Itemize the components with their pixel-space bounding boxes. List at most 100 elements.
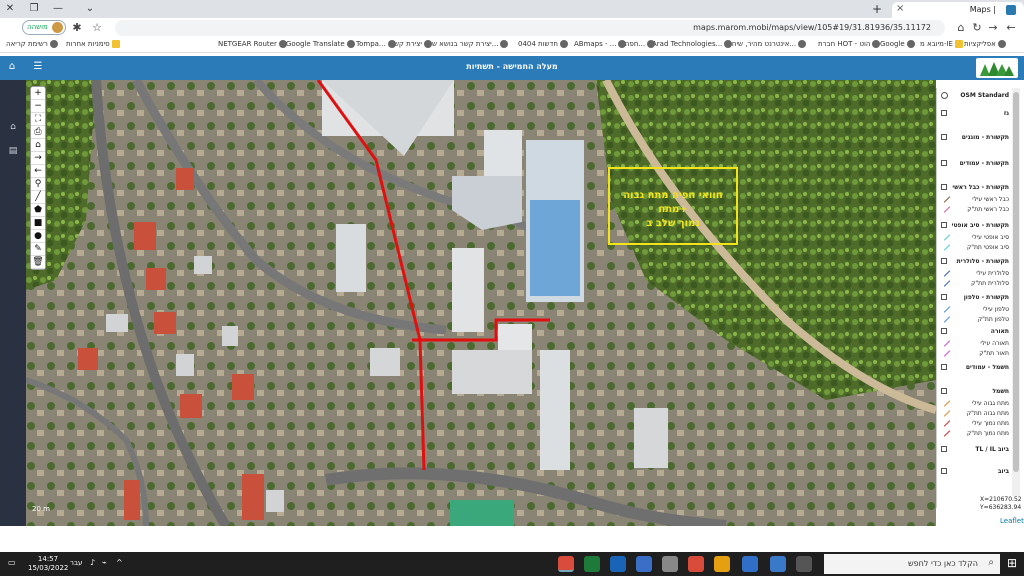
taskbar-search-input[interactable]: ⌕ הקלד כאן כדי לחפש xyxy=(824,554,1000,574)
checkbox[interactable] xyxy=(941,388,947,394)
forward-icon[interactable]: → xyxy=(986,21,1000,35)
profile-button[interactable]: מושהה xyxy=(22,20,66,35)
chrome-icon[interactable] xyxy=(688,556,704,572)
draw-rectangle-icon[interactable]: ■ xyxy=(31,217,45,230)
layers-book-icon[interactable]: ▤ xyxy=(6,146,20,160)
network-icon[interactable]: ⌁ xyxy=(102,558,107,567)
reload-icon[interactable]: ↻ xyxy=(970,21,984,35)
marker-icon[interactable]: ⚲ xyxy=(31,178,45,191)
close-window-icon[interactable]: ✕ xyxy=(0,2,20,16)
app-icon[interactable] xyxy=(636,556,652,572)
app-icon[interactable] xyxy=(662,556,678,572)
bookmark-item[interactable]: חברת HOT - הוט xyxy=(818,40,881,48)
folder-icon xyxy=(111,40,120,48)
extensions-icon[interactable]: ✱ xyxy=(70,21,84,35)
bookmark-item[interactable]: אינטרנט מהיר, שיחו... xyxy=(730,40,807,48)
forward-icon[interactable]: → xyxy=(31,152,45,165)
app-icon[interactable] xyxy=(770,556,786,572)
attribution-link[interactable]: Leaflet xyxy=(1000,517,1024,525)
bookmark-item[interactable]: סימניות אחרות xyxy=(66,40,120,48)
home-icon[interactable]: ⌂ xyxy=(6,122,20,136)
bookmark-item[interactable]: NETGEAR Router xyxy=(218,40,287,48)
volume-icon[interactable]: ♪ xyxy=(90,558,95,567)
scrollbar-thumb[interactable] xyxy=(1013,92,1019,472)
bookmark-item[interactable]: Google xyxy=(880,40,915,48)
new-tab-button[interactable]: + xyxy=(872,2,882,16)
checkbox[interactable] xyxy=(941,160,947,166)
bookmark-star-icon[interactable]: ☆ xyxy=(90,21,104,35)
home-icon[interactable]: ⌂ xyxy=(31,139,45,152)
layer-panel-scrollbar[interactable] xyxy=(1012,88,1020,508)
app-icon[interactable] xyxy=(742,556,758,572)
draw-circle-icon[interactable]: ● xyxy=(31,230,45,243)
bookmark-item[interactable]: ABmaps - ... xyxy=(574,40,627,48)
coordinates-readout: X=210670.52 Y=636283.94 xyxy=(980,496,1022,512)
back-icon[interactable]: ← xyxy=(31,165,45,178)
line-symbol-icon xyxy=(943,340,951,347)
annotation-text: חוואי חפיה מתח גבוה +מתח נמוך שלב ב xyxy=(623,190,723,229)
bookmark-item[interactable]: חדשות 0404 xyxy=(518,40,568,48)
zoom-in-button[interactable]: + xyxy=(31,87,45,100)
profile-label: מושהה xyxy=(27,23,48,31)
bookmarks-bar: אפליקציות מיובא מ-IE Google חברת HOT - ה… xyxy=(0,38,1024,53)
reading-list-icon xyxy=(49,40,58,48)
chrome-active-icon[interactable] xyxy=(558,556,574,572)
bookmark-item[interactable]: Arad Technologies... xyxy=(652,40,733,48)
layer-label: מתח גבוה עילי xyxy=(971,400,1009,407)
layer-label: תקשורת - עמודים xyxy=(959,160,1009,167)
home-icon[interactable]: ⌂ xyxy=(954,21,968,35)
restore-window-icon[interactable]: ❐ xyxy=(24,2,44,16)
hamburger-menu-icon[interactable]: ☰ xyxy=(30,61,46,75)
app-header: ⌂ ☰ מעלה החמישה - תשתיות xyxy=(0,56,1024,80)
excel-icon[interactable] xyxy=(584,556,600,572)
checkbox[interactable] xyxy=(941,184,947,190)
checkbox[interactable] xyxy=(941,110,947,116)
bookmark-item[interactable]: יצירת קשר xyxy=(390,40,432,48)
delete-icon[interactable]: 🗑 xyxy=(31,256,45,269)
edit-icon[interactable]: ✎ xyxy=(31,243,45,256)
checkbox[interactable] xyxy=(941,134,947,140)
tab-search-icon[interactable]: ⌄ xyxy=(80,2,100,16)
language-indicator[interactable]: עבר xyxy=(70,559,82,567)
address-bar[interactable]: maps.marom.mobi/maps/view/105#19/31.8193… xyxy=(115,20,945,36)
back-icon[interactable]: ← xyxy=(1004,21,1018,35)
draw-line-icon[interactable]: ╱ xyxy=(31,191,45,204)
map-scale: 20 m xyxy=(32,505,50,513)
checkbox[interactable] xyxy=(941,446,947,452)
radio-button[interactable] xyxy=(941,92,948,99)
taskbar-clock[interactable]: 14:57 15/03/2022 xyxy=(28,555,68,573)
bookmark-item[interactable]: מיובא מ-IE xyxy=(920,40,963,48)
bookmark-item[interactable]: יצירת קשר בנושא ש... xyxy=(432,40,509,48)
fullscreen-icon[interactable]: ⛶ xyxy=(31,113,45,126)
print-icon[interactable]: ⎙ xyxy=(31,126,45,139)
line-symbol-icon xyxy=(943,400,951,407)
browser-tab[interactable]: × Maps | xyxy=(892,2,1024,18)
checkbox[interactable] xyxy=(941,468,947,474)
outlook-icon[interactable] xyxy=(610,556,626,572)
checkbox[interactable] xyxy=(941,294,947,300)
checkbox[interactable] xyxy=(941,222,947,228)
tray-chevron-icon[interactable]: ^ xyxy=(116,558,123,567)
map-view[interactable] xyxy=(26,80,936,526)
tab-close-icon[interactable]: × xyxy=(896,3,904,14)
map-annotation-box[interactable]: חוואי חפיה מתח גבוה +מתח נמוך שלב ב xyxy=(608,167,738,245)
home-icon[interactable]: ⌂ xyxy=(4,61,20,75)
bookmark-item[interactable]: Tompa... xyxy=(356,40,396,48)
bookmark-item[interactable]: אפליקציות xyxy=(964,40,1006,48)
checkbox[interactable] xyxy=(941,364,947,370)
start-windows-icon[interactable]: ⊞ xyxy=(1004,556,1020,572)
bookmark-item[interactable]: Google Translate xyxy=(286,40,355,48)
draw-polygon-icon[interactable]: ⬟ xyxy=(31,204,45,217)
folder-icon[interactable] xyxy=(714,556,730,572)
checkbox[interactable] xyxy=(941,328,947,334)
task-view-icon[interactable] xyxy=(796,556,812,572)
layer-label: תאורה xyxy=(990,328,1009,335)
notifications-icon[interactable]: ▭ xyxy=(8,558,16,567)
bookmark-item[interactable]: רשימת קריאה xyxy=(6,40,58,48)
zoom-out-button[interactable]: − xyxy=(31,100,45,113)
layer-label: תקשורת - סלולרית xyxy=(956,258,1009,265)
checkbox[interactable] xyxy=(941,258,947,264)
minimize-window-icon[interactable]: — xyxy=(48,2,68,16)
layer-label: תאור תת"ק xyxy=(979,350,1009,357)
search-placeholder: הקלד כאן כדי לחפש xyxy=(907,559,978,568)
